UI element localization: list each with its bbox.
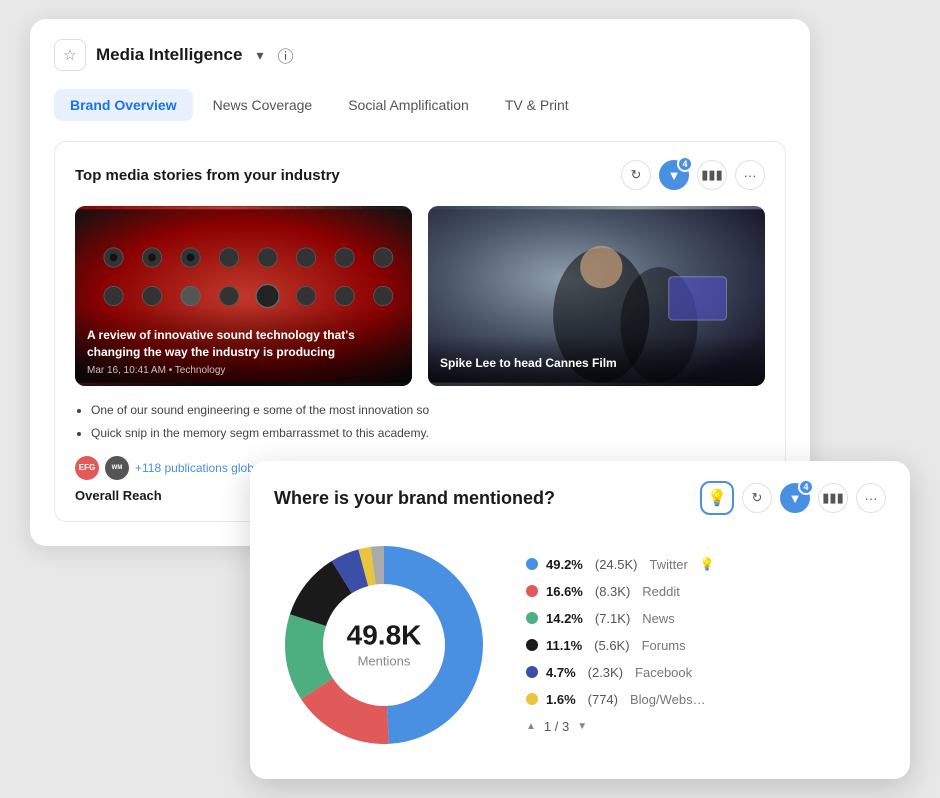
next-page-button[interactable]: ▼ xyxy=(577,721,587,732)
pub-avatar-1: EFG xyxy=(75,456,99,480)
scene: ☆ Media Intelligence ▾ ⓘ Brand Overview … xyxy=(30,19,910,779)
front-title: Where is your brand mentioned? xyxy=(274,488,555,509)
front-card: Where is your brand mentioned? 💡 ↻ ▼ 4 ▮… xyxy=(250,461,910,779)
tab-social-amplification[interactable]: Social Amplification xyxy=(332,89,485,121)
chart-button[interactable]: ▮▮▮ xyxy=(697,160,727,190)
pub-label: +118 publications global xyxy=(135,461,263,475)
filter-badge: 4 xyxy=(677,156,693,172)
widget-title: Top media stories from your industry xyxy=(75,167,340,184)
pagination: ▲ 1 / 3 ▼ xyxy=(526,719,886,734)
widget-actions: ↻ ▼ 4 ▮▮▮ ··· xyxy=(621,160,765,190)
media-card-synth[interactable]: A review of innovative sound technology … xyxy=(75,206,412,386)
filter-badge-front: 4 xyxy=(798,479,814,495)
media-grid: A review of innovative sound technology … xyxy=(75,206,765,386)
front-header: Where is your brand mentioned? 💡 ↻ ▼ 4 ▮… xyxy=(274,481,886,515)
legend-source-forums: Forums xyxy=(642,638,686,653)
bullet-item: One of our sound engineering e some of t… xyxy=(91,402,765,419)
filter-button[interactable]: ▼ 4 xyxy=(659,160,689,190)
app-header: ☆ Media Intelligence ▾ ⓘ xyxy=(54,39,786,71)
chart-area: 49.8K Mentions 49.2% (24.5K) Twitter 💡 1… xyxy=(274,535,886,755)
front-actions: 💡 ↻ ▼ 4 ▮▮▮ ··· xyxy=(700,481,886,515)
tab-brand-overview[interactable]: Brand Overview xyxy=(54,89,193,121)
bar-chart-icon: ▮▮▮ xyxy=(701,167,722,183)
legend-count-news: (7.1K) xyxy=(595,611,630,626)
legend-dot-news xyxy=(526,612,538,624)
legend-pct-forums: 11.1% xyxy=(546,638,582,653)
donut-chart: 49.8K Mentions xyxy=(274,535,494,755)
legend-count-facebook: (2.3K) xyxy=(588,665,623,680)
legend-item-reddit: 16.6% (8.3K) Reddit xyxy=(526,584,886,599)
donut-center: 49.8K Mentions xyxy=(347,622,422,669)
star-icon: ☆ xyxy=(63,46,76,64)
legend-source-news: News xyxy=(642,611,675,626)
legend-dot-facebook xyxy=(526,666,538,678)
tab-tv-print[interactable]: TV & Print xyxy=(489,89,585,121)
legend-pct-reddit: 16.6% xyxy=(546,584,583,599)
more-button-front[interactable]: ··· xyxy=(856,483,886,513)
media-card-film[interactable]: Spike Lee to head Cannes Film xyxy=(428,206,765,386)
app-title: Media Intelligence xyxy=(96,45,242,65)
favorite-button[interactable]: ☆ xyxy=(54,39,86,71)
legend-item-forums: 11.1% (5.6K) Forums xyxy=(526,638,886,653)
legend-count-blog: (774) xyxy=(588,692,618,707)
film-caption-text: Spike Lee to head Cannes Film xyxy=(440,355,753,372)
synth-caption: A review of innovative sound technology … xyxy=(75,307,412,386)
filter-button-front[interactable]: ▼ 4 xyxy=(780,483,810,513)
legend: 49.2% (24.5K) Twitter 💡 16.6% (8.3K) Red… xyxy=(526,557,886,734)
synth-caption-meta: Mar 16, 10:41 AM • Technology xyxy=(87,365,400,376)
prev-page-button[interactable]: ▲ xyxy=(526,721,536,732)
widget-header: Top media stories from your industry ↻ ▼… xyxy=(75,160,765,190)
lightbulb-button[interactable]: 💡 xyxy=(700,481,734,515)
tab-news-coverage[interactable]: News Coverage xyxy=(197,89,329,121)
legend-item-news: 14.2% (7.1K) News xyxy=(526,611,886,626)
tab-bar: Brand Overview News Coverage Social Ampl… xyxy=(54,89,786,121)
pub-avatar-2: WM xyxy=(105,456,129,480)
chart-button-front[interactable]: ▮▮▮ xyxy=(818,483,848,513)
legend-count-reddit: (8.3K) xyxy=(595,584,630,599)
synth-caption-text: A review of innovative sound technology … xyxy=(87,327,400,361)
legend-source-twitter: Twitter xyxy=(650,557,688,572)
donut-value: 49.8K xyxy=(347,622,422,650)
legend-pct-news: 14.2% xyxy=(546,611,583,626)
legend-item-twitter: 49.2% (24.5K) Twitter 💡 xyxy=(526,557,886,572)
legend-dot-forums xyxy=(526,639,538,651)
bullet-item: Quick snip in the memory segm embarrassm… xyxy=(91,425,765,442)
legend-dot-twitter xyxy=(526,558,538,570)
legend-item-blog: 1.6% (774) Blog/Webs… xyxy=(526,692,886,707)
legend-dot-reddit xyxy=(526,585,538,597)
dropdown-button[interactable]: ▾ xyxy=(252,45,267,66)
legend-pct-blog: 1.6% xyxy=(546,692,576,707)
film-caption: Spike Lee to head Cannes Film xyxy=(428,335,765,386)
legend-source-blog: Blog/Webs… xyxy=(630,692,706,707)
twitter-lightbulb-icon: 💡 xyxy=(700,557,715,571)
legend-pct-facebook: 4.7% xyxy=(546,665,576,680)
info-button[interactable]: ⓘ xyxy=(277,43,293,67)
legend-count-forums: (5.6K) xyxy=(594,638,629,653)
refresh-button-front[interactable]: ↻ xyxy=(742,483,772,513)
more-button[interactable]: ··· xyxy=(735,160,765,190)
legend-pct-twitter: 49.2% xyxy=(546,557,583,572)
donut-label: Mentions xyxy=(347,654,422,669)
refresh-button[interactable]: ↻ xyxy=(621,160,651,190)
legend-source-reddit: Reddit xyxy=(642,584,680,599)
legend-count-twitter: (24.5K) xyxy=(595,557,638,572)
bullet-list: One of our sound engineering e some of t… xyxy=(75,402,765,442)
legend-dot-blog xyxy=(526,693,538,705)
legend-item-facebook: 4.7% (2.3K) Facebook xyxy=(526,665,886,680)
legend-source-facebook: Facebook xyxy=(635,665,692,680)
pagination-current: 1 / 3 xyxy=(544,719,569,734)
